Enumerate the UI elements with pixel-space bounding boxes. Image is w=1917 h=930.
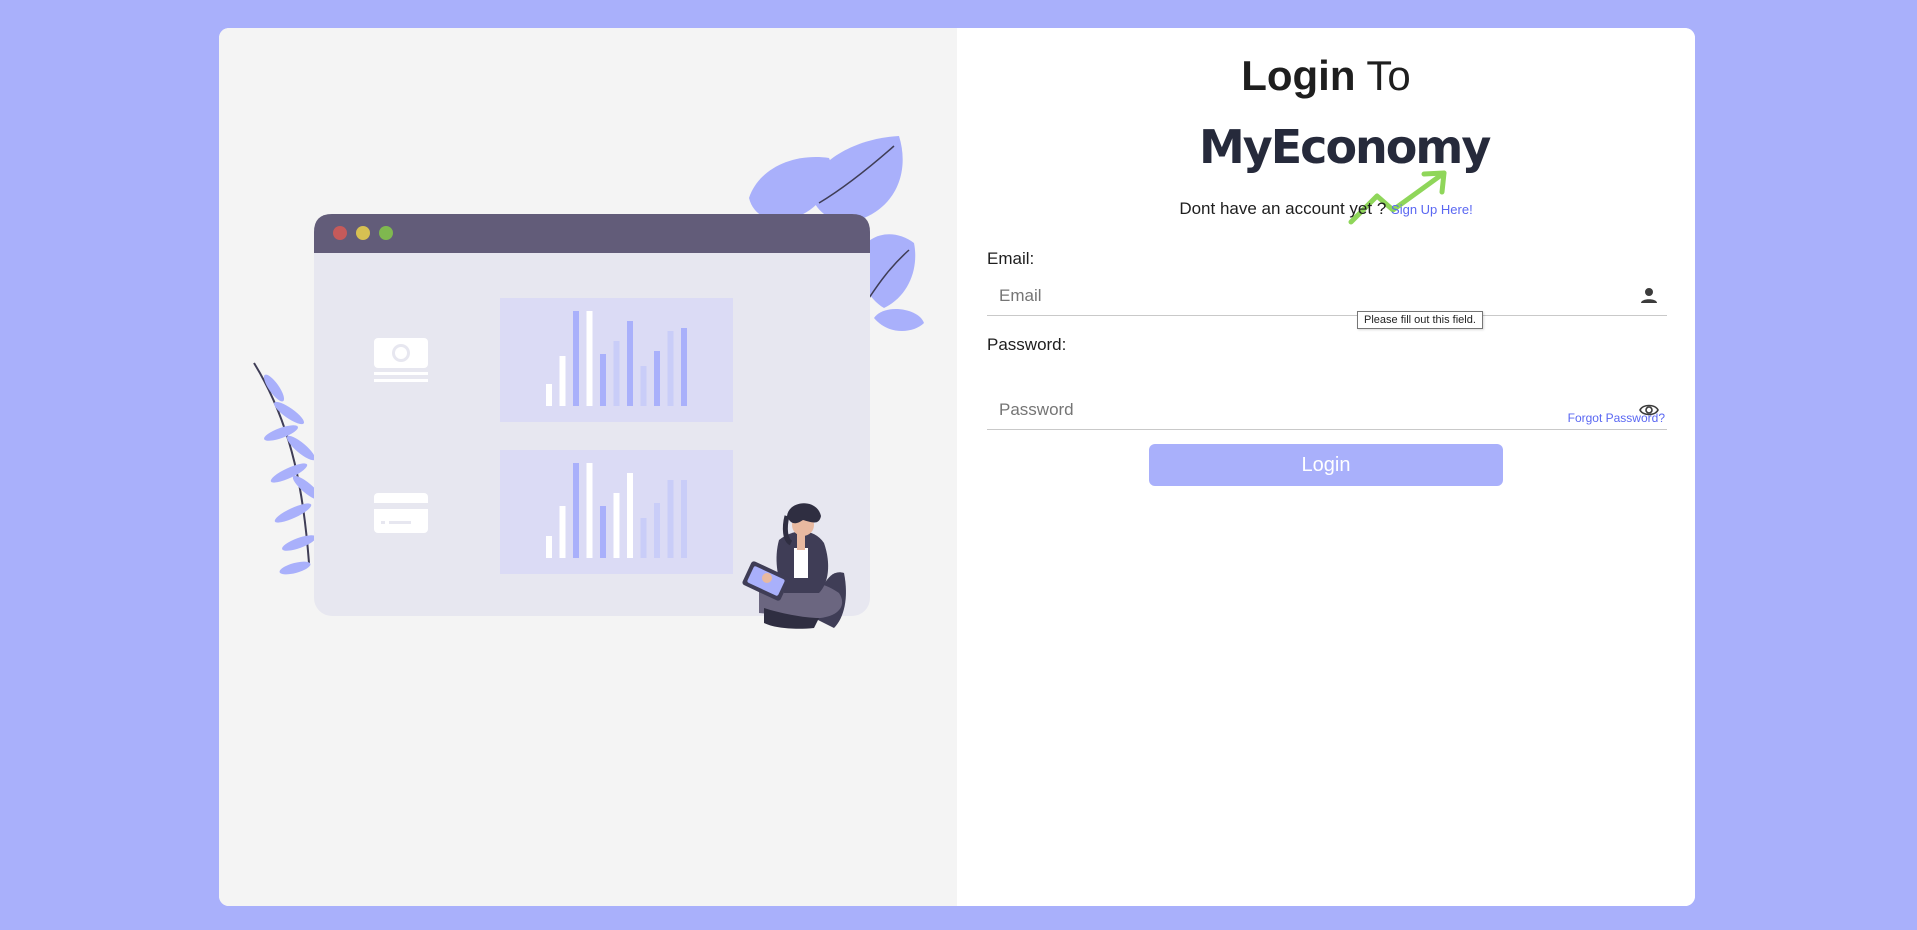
page-title: Login To — [957, 52, 1695, 100]
illustration-bar — [573, 311, 579, 406]
illustration-bar — [654, 503, 660, 558]
illustration-bar — [640, 518, 647, 558]
illustration-bar — [546, 536, 552, 558]
illustration-bar — [600, 506, 606, 558]
forgot-password-link[interactable]: Forgot Password? — [1568, 411, 1665, 425]
illustration-bar — [667, 480, 674, 558]
illustration-bar — [559, 356, 566, 406]
fern-plant-decoration — [253, 362, 322, 575]
validation-tooltip: Please fill out this field. — [1357, 311, 1483, 329]
illustration-bar — [613, 341, 620, 406]
title-regular-part: To — [1366, 52, 1411, 99]
password-label: Password: — [987, 335, 1067, 354]
illustration-bar — [667, 331, 674, 406]
email-field-container — [987, 277, 1667, 316]
illustration-bar — [573, 463, 579, 558]
illustration-bar — [613, 493, 620, 558]
illustration-bar — [586, 463, 593, 558]
title-bold-part: Login — [1241, 52, 1356, 99]
illustration-bar — [681, 328, 687, 406]
signup-link[interactable]: Sign Up Here! — [1391, 202, 1473, 217]
illustration-bar — [654, 351, 660, 406]
dashboard-illustration — [253, 136, 924, 629]
illustration-bar — [640, 366, 647, 406]
illustration-bar — [600, 354, 606, 406]
illustration-bar — [627, 321, 633, 406]
password-input[interactable] — [987, 391, 1627, 429]
email-label: Email: — [987, 249, 1035, 268]
illustration-bar — [559, 506, 566, 558]
signup-prompt-text: Dont have an account yet ? — [1179, 199, 1387, 218]
login-card: Login To MyEconomy Dont have an account … — [219, 28, 1695, 906]
illustration-bar — [627, 473, 633, 558]
illustration-panel — [219, 28, 957, 906]
illustration-bar — [681, 480, 687, 558]
login-button[interactable]: Login — [1149, 444, 1503, 486]
illustration-bar — [586, 311, 593, 406]
illustration-bar — [546, 384, 552, 406]
email-input[interactable] — [987, 277, 1627, 315]
person-icon — [1641, 288, 1657, 303]
password-field-container — [987, 391, 1667, 430]
signup-prompt: Dont have an account yet ? Sign Up Here! — [957, 199, 1695, 219]
login-form-panel: Login To MyEconomy Dont have an account … — [957, 28, 1695, 906]
